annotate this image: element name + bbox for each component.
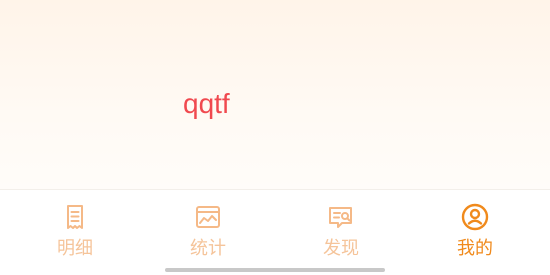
user-profile-icon [461,203,489,231]
tab-mine[interactable]: 我的 [425,190,525,268]
tab-details-label: 明细 [57,238,93,259]
profile-header: qqtf [0,0,550,189]
tab-statistics-label: 统计 [190,238,226,259]
tab-statistics[interactable]: 统计 [158,190,258,268]
bottom-tab-bar: 明细 统计 发现 我的 [0,189,550,275]
tab-details[interactable]: 明细 [25,190,125,268]
username-label[interactable]: qqtf [183,86,230,122]
tab-discover[interactable]: 发现 [291,190,391,268]
tab-mine-label: 我的 [457,238,493,259]
discover-icon [329,207,352,228]
receipt-icon [67,205,83,229]
home-indicator[interactable] [165,268,385,272]
chart-icon [196,206,220,228]
tab-discover-label: 发现 [323,238,359,259]
